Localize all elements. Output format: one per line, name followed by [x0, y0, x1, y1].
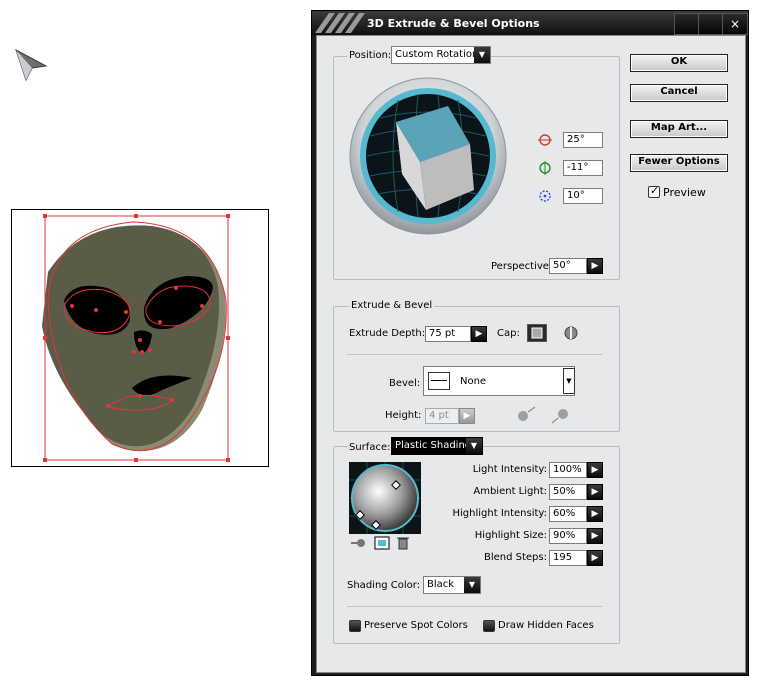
perspective-field[interactable]: 50°	[549, 258, 587, 274]
perspective-slider-button[interactable]: ▶	[587, 258, 603, 274]
preserve-spot-colors-label: Preserve Spot Colors	[364, 620, 468, 631]
cancel-button[interactable]: Cancel	[630, 84, 728, 102]
bevel-preview-icon	[428, 372, 450, 390]
height-label: Height:	[385, 410, 422, 421]
shading-color-label: Shading Color:	[347, 580, 421, 591]
light-intensity-label: Light Intensity:	[472, 464, 547, 475]
extrude-depth-label: Extrude Depth:	[349, 328, 426, 339]
fewer-options-button[interactable]: Fewer Options	[630, 154, 728, 172]
preview-label: Preview	[663, 186, 706, 199]
artboard[interactable]	[11, 209, 269, 467]
surface-select-value: Plastic Shading	[395, 440, 472, 451]
selection-arrow-icon	[15, 48, 48, 82]
chevron-down-icon: ▼	[466, 438, 482, 454]
preview-checkbox[interactable]	[648, 184, 660, 198]
chevron-down-icon: ▼	[474, 47, 490, 63]
close-button[interactable]: ×	[722, 13, 748, 35]
extrude-bevel-dialog: 3D Extrude & Bevel Options × Position: C…	[311, 10, 749, 676]
dialog-client: Position: Custom Rotation ▼ 25° -11° 10°…	[316, 35, 746, 673]
y-rotation-field[interactable]: -11°	[563, 160, 603, 176]
draw-hidden-faces-checkbox[interactable]	[483, 620, 495, 632]
cap-on-button[interactable]	[527, 324, 547, 342]
highlight-intensity-slider-button[interactable]: ▶	[587, 506, 603, 522]
highlight-size-label: Highlight Size:	[474, 530, 547, 541]
position-label: Position:	[347, 50, 394, 61]
perspective-label: Perspective:	[491, 261, 553, 272]
alien-face-artwork[interactable]	[12, 210, 268, 466]
cap-off-icon[interactable]	[563, 325, 579, 341]
surface-label: Surface:	[347, 442, 393, 453]
light-sphere[interactable]	[349, 462, 421, 534]
light-intensity-field[interactable]: 100%	[549, 462, 587, 478]
surface-select[interactable]: Plastic Shading ▼	[391, 437, 483, 455]
trash-icon[interactable]	[397, 537, 409, 550]
extrude-depth-field[interactable]: 75 pt	[425, 326, 471, 342]
bevel-label: Bevel:	[389, 378, 421, 389]
height-slider-button[interactable]: ▶	[459, 408, 475, 424]
highlight-intensity-label: Highlight Intensity:	[452, 508, 548, 519]
chevron-down-icon[interactable]: ▼	[563, 368, 575, 394]
rotate-y-icon	[539, 161, 551, 175]
rotation-trackball[interactable]	[348, 76, 508, 236]
bevel-select[interactable]: None	[423, 366, 575, 396]
highlight-size-slider-button[interactable]: ▶	[587, 528, 603, 544]
extrude-depth-slider-button[interactable]: ▶	[471, 326, 487, 342]
dialog-title: 3D Extrude & Bevel Options	[367, 17, 540, 30]
cap-label: Cap:	[497, 328, 520, 339]
dialog-titlebar[interactable]: 3D Extrude & Bevel Options ×	[312, 11, 748, 35]
highlight-size-field[interactable]: 90%	[549, 528, 587, 544]
new-light-icon[interactable]	[374, 536, 390, 550]
shading-color-value: Black	[427, 579, 455, 590]
cap-on-icon	[531, 327, 543, 339]
light-intensity-slider-button[interactable]: ▶	[587, 462, 603, 478]
map-art-button[interactable]: Map Art...	[630, 120, 728, 138]
shading-color-select[interactable]: Black ▼	[423, 576, 481, 594]
minimize-button[interactable]	[674, 13, 700, 35]
ambient-light-slider-button[interactable]: ▶	[587, 484, 603, 500]
position-select[interactable]: Custom Rotation ▼	[391, 46, 491, 64]
move-light-back-icon[interactable]	[351, 539, 365, 547]
ambient-light-label: Ambient Light:	[473, 486, 547, 497]
light-toolbar	[349, 536, 421, 550]
maximize-button[interactable]	[698, 13, 724, 35]
bevel-in-icon[interactable]	[551, 406, 573, 424]
bevel-select-value: None	[460, 376, 487, 387]
preserve-spot-colors-checkbox[interactable]	[349, 620, 361, 632]
highlight-intensity-field[interactable]: 60%	[549, 506, 587, 522]
divider	[347, 354, 602, 355]
chevron-down-icon: ▼	[464, 577, 480, 593]
rotate-z-icon	[539, 190, 551, 202]
ambient-light-field[interactable]: 50%	[549, 484, 587, 500]
divider	[347, 606, 602, 607]
draw-hidden-faces-label: Draw Hidden Faces	[498, 620, 594, 631]
blend-steps-slider-button[interactable]: ▶	[587, 550, 603, 566]
rotate-x-icon	[538, 134, 552, 146]
z-rotation-field[interactable]: 10°	[563, 188, 603, 204]
position-select-value: Custom Rotation	[395, 49, 479, 60]
x-rotation-field[interactable]: 25°	[563, 132, 603, 148]
blend-steps-label: Blend Steps:	[483, 552, 547, 563]
bevel-out-icon[interactable]	[515, 406, 537, 424]
ok-button[interactable]: OK	[630, 54, 728, 72]
height-field[interactable]: 4 pt	[425, 408, 459, 424]
extrude-bevel-section-label: Extrude & Bevel	[349, 300, 435, 311]
blend-steps-field[interactable]: 195	[549, 550, 587, 566]
